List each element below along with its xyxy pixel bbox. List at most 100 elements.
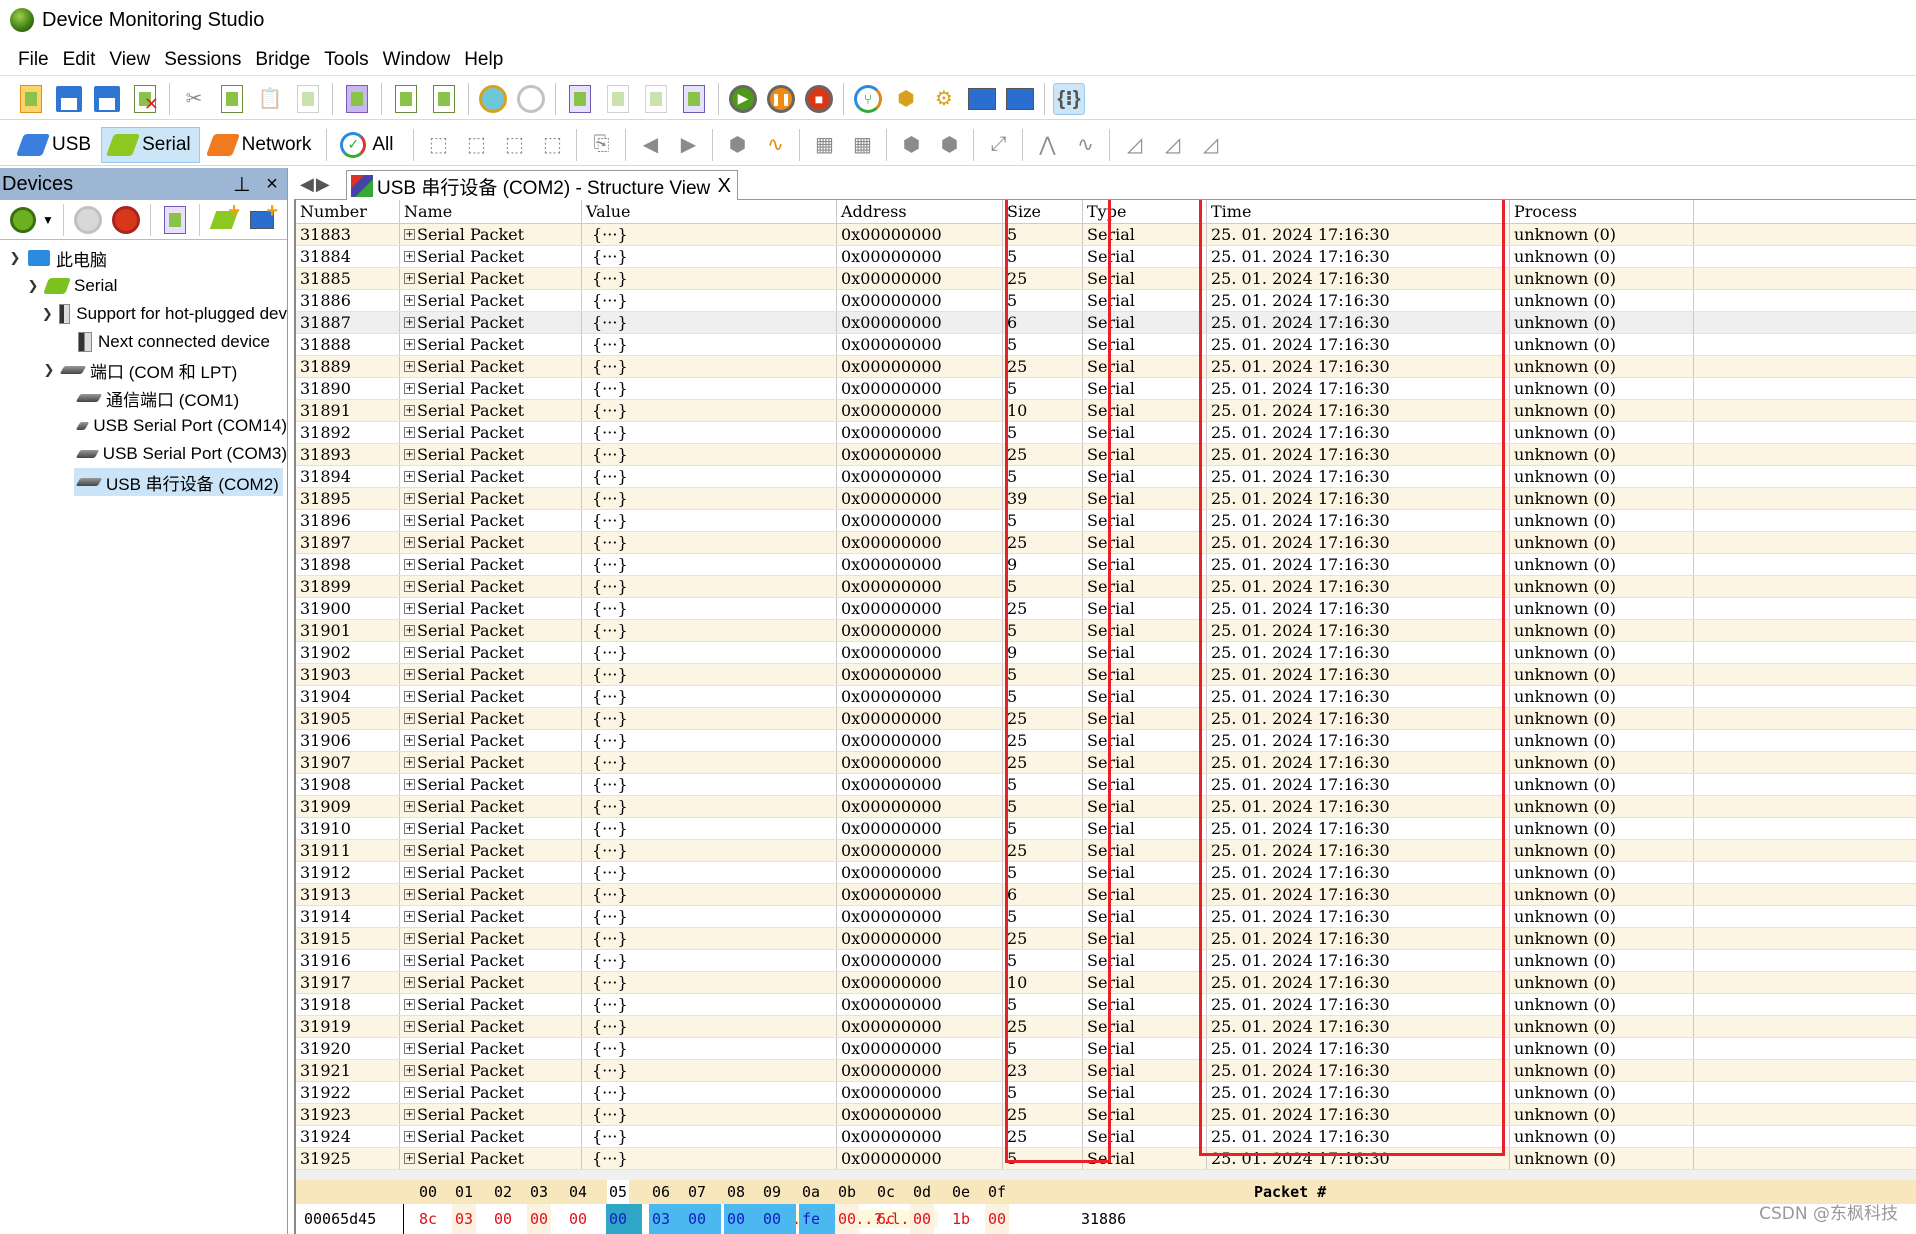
- signal-warning-icon[interactable]: ∿: [759, 129, 791, 161]
- expand-icon[interactable]: +: [404, 691, 415, 702]
- expand-icon[interactable]: +: [404, 669, 415, 680]
- table-row[interactable]: 31908 + Serial Packet {···} 0x00000000 5 Seria…: [296, 774, 1916, 796]
- table-row[interactable]: 31895 + Serial Packet {···} 0x00000000 39 Seri…: [296, 488, 1916, 510]
- expand-icon[interactable]: +: [404, 867, 415, 878]
- expand-icon[interactable]: +: [404, 295, 415, 306]
- tree-node-com3[interactable]: USB Serial Port (COM3): [0, 440, 287, 468]
- terminal-filter-icon[interactable]: [966, 83, 998, 115]
- hex-byte[interactable]: 03: [649, 1204, 685, 1234]
- table-row[interactable]: 31924 + Serial Packet {···} 0x00000000 25 Seri…: [296, 1126, 1916, 1148]
- play-icon[interactable]: ▶: [727, 83, 759, 115]
- column-header-process[interactable]: Process: [1510, 200, 1694, 223]
- expand-icon[interactable]: +: [404, 1109, 415, 1120]
- expand-icon[interactable]: +: [404, 1065, 415, 1076]
- column-header-time[interactable]: Time: [1207, 200, 1510, 223]
- menu-help[interactable]: Help: [464, 49, 503, 71]
- hex-byte[interactable]: 00: [606, 1204, 642, 1234]
- expand-icon[interactable]: +: [404, 471, 415, 482]
- hex-byte[interactable]: 00: [910, 1204, 935, 1234]
- table-row[interactable]: 31923 + Serial Packet {···} 0x00000000 25 Seri…: [296, 1104, 1916, 1126]
- expand-icon[interactable]: +: [404, 845, 415, 856]
- tree-node-next-device[interactable]: Next connected device: [0, 328, 287, 356]
- tree-node-serial[interactable]: ❯ Serial: [0, 272, 287, 300]
- zoom-fit-icon[interactable]: ⤢: [982, 129, 1014, 161]
- table-row[interactable]: 31884 + Serial Packet {···} 0x00000000 5 Seria…: [296, 246, 1916, 268]
- tab-next-icon[interactable]: ▶: [316, 174, 332, 194]
- table-row[interactable]: 31913 + Serial Packet {···} 0x00000000 6 Seria…: [296, 884, 1916, 906]
- expand-icon[interactable]: +: [404, 1021, 415, 1032]
- table-row[interactable]: 31910 + Serial Packet {···} 0x00000000 5 Seria…: [296, 818, 1916, 840]
- expand-icon[interactable]: +: [404, 603, 415, 614]
- tree-node-com2[interactable]: USB 串行设备 (COM2): [0, 468, 287, 496]
- column-header-value[interactable]: Value: [582, 200, 837, 223]
- hex-nodes-icon[interactable]: ⬢: [721, 129, 753, 161]
- tree-node-ports[interactable]: ❯ 端口 (COM 和 LPT): [0, 356, 287, 384]
- select-cursor-4-icon[interactable]: ⬚: [536, 129, 568, 161]
- table-row[interactable]: 31915 + Serial Packet {···} 0x00000000 25 Seri…: [296, 928, 1916, 950]
- chevron-down-icon[interactable]: ❯: [40, 306, 55, 322]
- monitor-icon[interactable]: [7, 204, 39, 236]
- menu-bridge[interactable]: Bridge: [255, 49, 310, 71]
- paste-icon[interactable]: 📋: [254, 83, 286, 115]
- table-row[interactable]: 31918 + Serial Packet {···} 0x00000000 5 Seria…: [296, 994, 1916, 1016]
- table-row[interactable]: 31885 + Serial Packet {···} 0x00000000 25 Seri…: [296, 268, 1916, 290]
- table-row[interactable]: 31914 + Serial Packet {···} 0x00000000 5 Seria…: [296, 906, 1916, 928]
- grid-view-icon[interactable]: ▦: [808, 129, 840, 161]
- find-icon[interactable]: [477, 83, 509, 115]
- table-row[interactable]: 31921 + Serial Packet {···} 0x00000000 23 Seri…: [296, 1060, 1916, 1082]
- table-row[interactable]: 31902 + Serial Packet {···} 0x00000000 9 Seria…: [296, 642, 1916, 664]
- expand-icon[interactable]: +: [404, 427, 415, 438]
- expand-icon[interactable]: +: [404, 625, 415, 636]
- column-header-type[interactable]: Type: [1083, 200, 1207, 223]
- table-row[interactable]: 31886 + Serial Packet {···} 0x00000000 5 Seria…: [296, 290, 1916, 312]
- table-row[interactable]: 31917 + Serial Packet {···} 0x00000000 10 Seri…: [296, 972, 1916, 994]
- save-as-icon[interactable]: [91, 83, 123, 115]
- menu-window[interactable]: Window: [383, 49, 451, 71]
- table-row[interactable]: 31904 + Serial Packet {···} 0x00000000 5 Seria…: [296, 686, 1916, 708]
- hex-byte[interactable]: 00: [724, 1204, 760, 1234]
- table-row[interactable]: 31905 + Serial Packet {···} 0x00000000 25 Seri…: [296, 708, 1916, 730]
- expand-icon[interactable]: +: [404, 273, 415, 284]
- expand-icon[interactable]: +: [404, 1087, 415, 1098]
- remote-icon[interactable]: ⬢: [890, 83, 922, 115]
- table-row[interactable]: 31901 + Serial Packet {···} 0x00000000 5 Seria…: [296, 620, 1916, 642]
- hex-byte[interactable]: 00: [985, 1204, 1010, 1234]
- column-header-size[interactable]: Size: [1003, 200, 1083, 223]
- tab-structure-view[interactable]: USB 串行设备 (COM2) - Structure View X: [346, 170, 738, 201]
- expand-icon[interactable]: +: [404, 449, 415, 460]
- column-header-number[interactable]: Number: [296, 200, 400, 223]
- session-icon[interactable]: ⑂: [852, 83, 884, 115]
- tab-prev-icon[interactable]: ◀: [300, 174, 316, 194]
- line-chart-icon[interactable]: ⋀: [1031, 129, 1063, 161]
- expand-icon[interactable]: +: [404, 889, 415, 900]
- close-panel-icon[interactable]: ×: [257, 173, 287, 196]
- close-tab-icon[interactable]: X: [718, 175, 731, 198]
- start-icon[interactable]: [72, 204, 104, 236]
- find-next-icon[interactable]: [515, 83, 547, 115]
- menu-file[interactable]: File: [18, 49, 49, 71]
- expand-icon[interactable]: +: [404, 801, 415, 812]
- cluster-icon[interactable]: ⬢: [895, 129, 927, 161]
- expand-icon[interactable]: +: [404, 955, 415, 966]
- log-pause-icon[interactable]: [602, 83, 634, 115]
- new-file-icon[interactable]: [15, 83, 47, 115]
- expand-icon[interactable]: +: [404, 933, 415, 944]
- select-cursor-2-icon[interactable]: ⬚: [460, 129, 492, 161]
- expand-icon[interactable]: +: [404, 713, 415, 724]
- expand-icon[interactable]: +: [404, 581, 415, 592]
- menu-view[interactable]: View: [109, 49, 150, 71]
- hex-byte[interactable]: 1b: [949, 1210, 973, 1228]
- table-row[interactable]: 31925 + Serial Packet {···} 0x00000000 5 Seria…: [296, 1148, 1916, 1170]
- table-row[interactable]: 31896 + Serial Packet {···} 0x00000000 5 Seria…: [296, 510, 1916, 532]
- table-row[interactable]: 31909 + Serial Packet {···} 0x00000000 5 Seria…: [296, 796, 1916, 818]
- pause-icon[interactable]: ❚❚: [765, 83, 797, 115]
- table-row[interactable]: 31897 + Serial Packet {···} 0x00000000 25 Seri…: [296, 532, 1916, 554]
- stop-session-icon[interactable]: [110, 204, 142, 236]
- hex-byte[interactable]: 00: [491, 1210, 515, 1228]
- column-header-name[interactable]: Name: [400, 200, 582, 223]
- tab-serial[interactable]: Serial: [101, 126, 200, 163]
- table-row[interactable]: 31888 + Serial Packet {···} 0x00000000 5 Seria…: [296, 334, 1916, 356]
- table-row[interactable]: 31889 + Serial Packet {···} 0x00000000 25 Seri…: [296, 356, 1916, 378]
- table-row[interactable]: 31906 + Serial Packet {···} 0x00000000 25 Seri…: [296, 730, 1916, 752]
- copy-icon[interactable]: [216, 83, 248, 115]
